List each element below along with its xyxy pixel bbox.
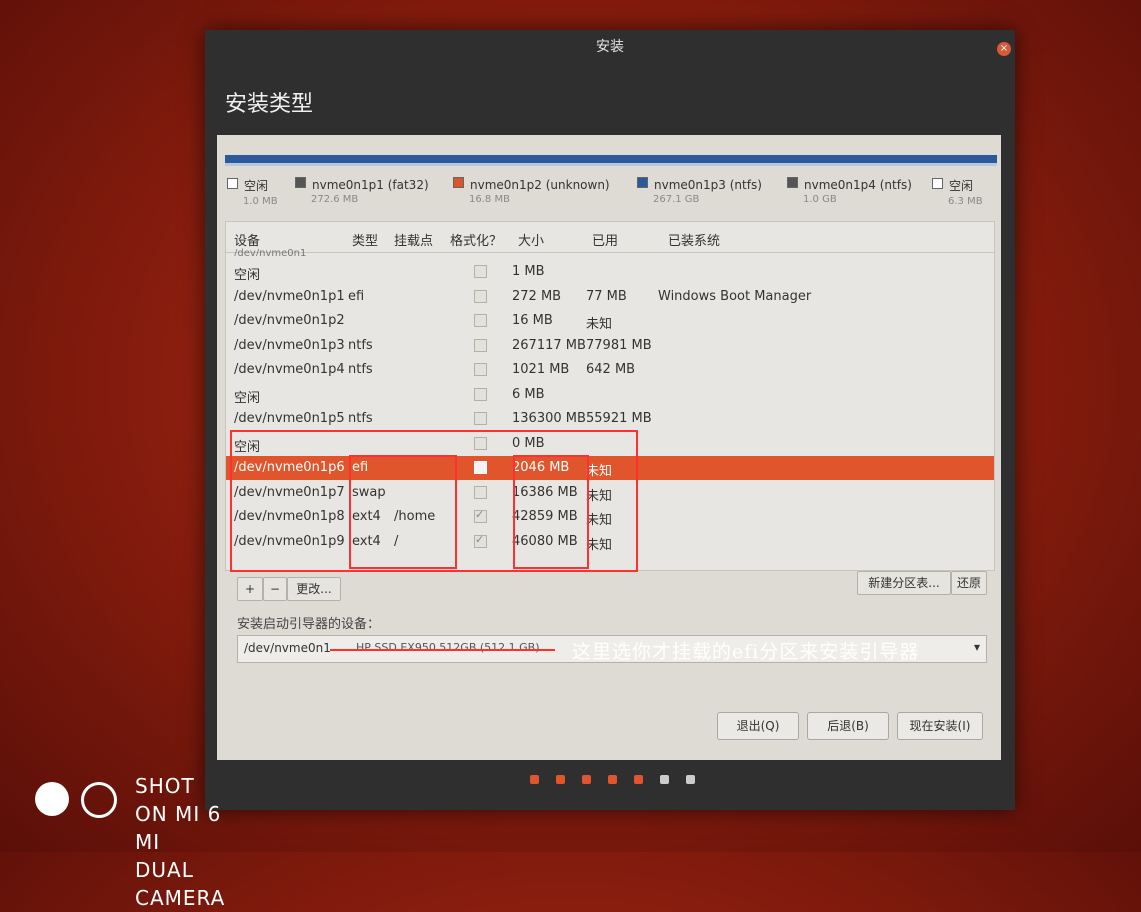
watermark-logo: [35, 782, 125, 818]
legend-item: 空闲 1.0 MB: [227, 177, 278, 207]
device-cell: 空闲: [234, 390, 261, 406]
type-cell: ntfs: [348, 411, 373, 426]
legend-swatch: [932, 178, 943, 189]
partition-legend: 空闲 1.0 MB nvme0n1p1 (fat32) 272.6 MB nvm…: [227, 177, 999, 217]
column-header[interactable]: 设备: [234, 230, 260, 249]
system-cell: Windows Boot Manager: [658, 288, 812, 304]
change-partition-button[interactable]: 更改...: [287, 577, 341, 601]
legend-item: nvme0n1p3 (ntfs) 267.1 GB: [637, 177, 762, 205]
legend-swatch: [637, 177, 648, 188]
legend-swatch: [453, 177, 464, 188]
device-cell: /dev/nvme0n1p4: [234, 362, 345, 377]
progress-dots: [530, 769, 712, 788]
format-checkbox[interactable]: [474, 387, 487, 401]
type-cell: ntfs: [348, 337, 373, 353]
annotation-line: [330, 649, 555, 651]
used-cell: 55921 MB: [586, 411, 652, 426]
used-cell: 642 MB: [586, 362, 636, 377]
progress-dot: [634, 775, 643, 784]
legend-swatch: [295, 177, 306, 188]
page-title: 安装类型: [225, 92, 314, 117]
new-partition-table-button[interactable]: 新建分区表...: [857, 571, 951, 595]
install-now-button[interactable]: 现在安装(I): [897, 712, 983, 740]
progress-dot: [660, 775, 669, 784]
boot-device-value: /dev/nvme0n1: [244, 641, 331, 655]
boot-device-label: 安装启动引导器的设备：: [237, 617, 381, 632]
annotation-box: [349, 455, 457, 569]
boot-disk-name: HP SSD EX950 512GB (512.1 GB): [356, 641, 540, 654]
progress-dot: [582, 775, 591, 784]
disk-usage-bar: [225, 155, 997, 166]
type-cell: ntfs: [348, 362, 373, 377]
size-cell: 272 MB: [512, 288, 562, 304]
used-cell: 未知: [586, 317, 613, 332]
table-row[interactable]: /dev/nvme0n1p2 16 MB 未知: [226, 309, 994, 333]
column-header[interactable]: 已装系统: [668, 230, 720, 249]
installer-window: 安装 × 安装类型 空闲 1.0 MB nvme0n1p1 (fat32) 27…: [205, 30, 1015, 810]
format-checkbox[interactable]: [474, 289, 487, 303]
column-header[interactable]: 挂载点: [394, 230, 433, 249]
progress-dot: [530, 775, 539, 784]
used-cell: 77 MB: [586, 288, 627, 304]
quit-button[interactable]: 退出(Q): [717, 712, 799, 740]
legend-item: nvme0n1p1 (fat32) 272.6 MB: [295, 177, 429, 205]
column-header[interactable]: 已用: [592, 230, 618, 249]
size-cell: 16 MB: [512, 313, 553, 328]
close-icon[interactable]: ×: [997, 42, 1011, 56]
progress-dot: [608, 775, 617, 784]
legend-swatch: [227, 178, 238, 189]
format-checkbox[interactable]: [474, 363, 487, 376]
table-row[interactable]: 空闲 6 MB: [226, 383, 994, 407]
format-checkbox[interactable]: [474, 338, 487, 352]
table-row[interactable]: /dev/nvme0n1p5 ntfs 136300 MB 55921 MB: [226, 407, 994, 431]
used-cell: 77981 MB: [586, 337, 652, 353]
partial-row: /dev/nvme0n1: [234, 248, 307, 256]
column-header[interactable]: 大小: [518, 230, 544, 249]
progress-dot: [686, 775, 695, 784]
table-row[interactable]: /dev/nvme0n1p4 ntfs 1021 MB 642 MB: [226, 358, 994, 382]
device-cell: /dev/nvme0n1p2: [234, 313, 345, 328]
table-header: 设备 类型 挂载点 格式化？ 大小 已用 已装系统: [226, 222, 994, 253]
back-button[interactable]: 后退(B): [807, 712, 889, 740]
progress-dot: [556, 775, 565, 784]
device-cell: /dev/nvme0n1p1: [234, 288, 345, 304]
format-checkbox[interactable]: [474, 265, 487, 278]
size-cell: 6 MB: [512, 386, 545, 402]
column-header[interactable]: 类型: [352, 230, 378, 249]
legend-item: 空闲 6.3 MB: [932, 177, 983, 207]
column-header[interactable]: 格式化？: [450, 230, 502, 249]
size-cell: 267117 MB: [512, 337, 586, 353]
device-cell: /dev/nvme0n1p3: [234, 337, 345, 353]
table-row[interactable]: /dev/nvme0n1p3 ntfs 267117 MB 77981 MB: [226, 334, 994, 358]
size-cell: 1021 MB: [512, 362, 570, 377]
add-partition-button[interactable]: +: [237, 577, 263, 601]
size-cell: 1 MB: [512, 264, 545, 279]
legend-swatch: [787, 177, 798, 188]
revert-button[interactable]: 还原: [951, 571, 987, 595]
device-cell: /dev/nvme0n1p5: [234, 411, 345, 426]
remove-partition-button[interactable]: −: [263, 577, 287, 601]
size-cell: 136300 MB: [512, 411, 586, 426]
window-title: 安装: [596, 39, 624, 55]
chevron-down-icon: ▾: [973, 640, 980, 654]
format-checkbox[interactable]: [474, 412, 487, 425]
type-cell: efi: [348, 288, 365, 304]
table-row[interactable]: /dev/nvme0n1p1 efi 272 MB 77 MB Windows Boot…: [226, 285, 994, 309]
watermark-line1: SHOT ON MI 6: [135, 774, 222, 826]
legend-item: nvme0n1p2 (unknown) 16.8 MB: [453, 177, 610, 205]
legend-item: nvme0n1p4 (ntfs) 1.0 GB: [787, 177, 912, 205]
watermark-line2: MI DUAL CAMERA: [135, 830, 226, 910]
device-cell: 空闲: [234, 268, 261, 283]
format-checkbox[interactable]: [474, 314, 487, 327]
content-panel: 空闲 1.0 MB nvme0n1p1 (fat32) 272.6 MB nvm…: [217, 135, 1001, 760]
table-row[interactable]: 空闲 1 MB: [226, 260, 994, 284]
annotation-box: [513, 455, 589, 569]
annotation-text: 这里选你才挂载的efi分区来安装引导器: [572, 641, 920, 663]
